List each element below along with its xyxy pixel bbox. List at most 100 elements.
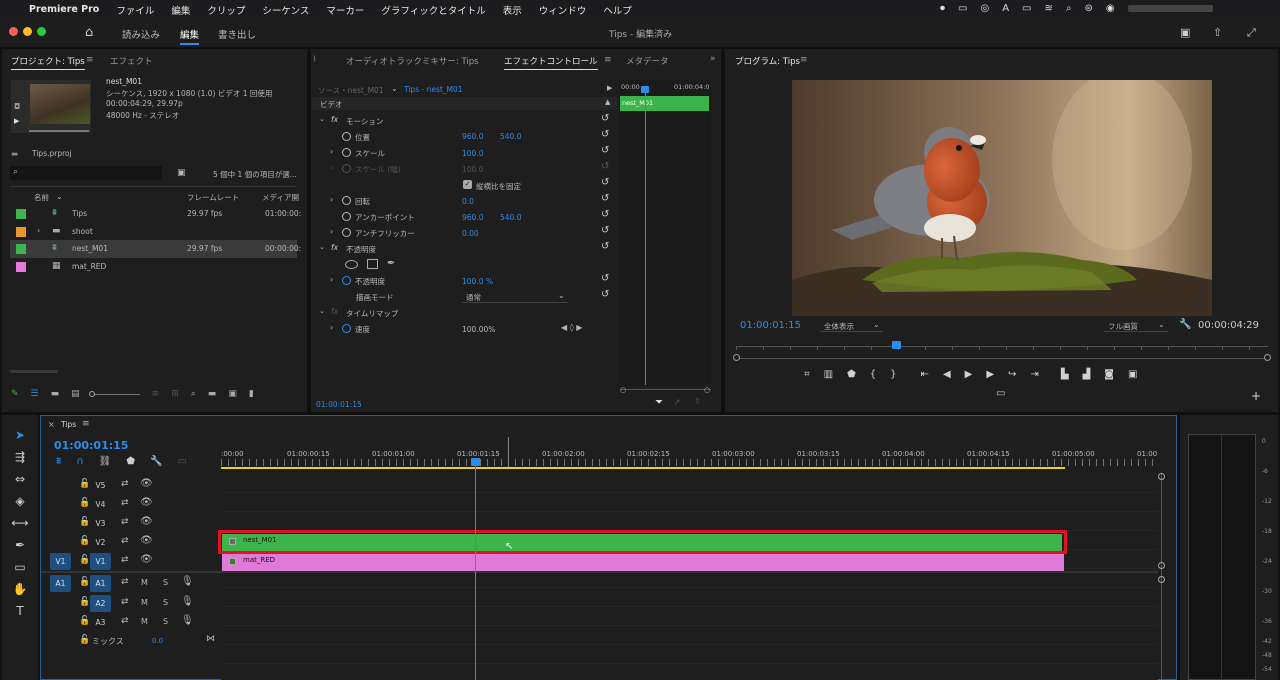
sync-lock-icon[interactable]: ⇄ [121,577,129,587]
lock-icon[interactable]: 🔓 [79,635,90,645]
program-title[interactable]: プログラム: Tips [735,55,800,67]
project-scrollbar[interactable] [10,370,58,373]
close-tab-icon[interactable]: × [48,420,55,429]
zoom-window-button[interactable] [37,27,46,36]
tab-export[interactable]: 書き出し [218,27,256,41]
eye-icon[interactable]: 👁 [140,516,153,527]
reset-scale-icon[interactable]: ↺ [601,145,609,156]
uniform-scale-checkbox[interactable]: ✓ [463,180,472,189]
menu-graphics[interactable]: グラフィックとタイトル [381,3,485,17]
timeline-ruler[interactable] [221,444,1158,470]
sync-lock-icon[interactable]: ⇄ [121,616,129,626]
wrench-icon[interactable]: 🔧 [1179,319,1191,330]
program-playhead[interactable] [891,341,901,349]
selection-tool-icon[interactable]: ➤ [15,428,25,442]
hand-tool-icon[interactable]: ✋ [13,582,28,596]
stopwatch-icon[interactable] [342,228,351,237]
type-tool-icon[interactable]: T [16,604,23,618]
pencil-icon[interactable]: ✎ [11,389,19,399]
play-button[interactable]: ▶ [965,369,973,380]
sync-lock-icon[interactable]: ⇄ [121,536,129,546]
export-frame-icon[interactable]: ◙ [1104,369,1114,380]
eye-icon[interactable]: 👁 [140,535,153,546]
track-target[interactable]: V3 [90,515,111,532]
chevron-down-icon[interactable]: ⌄ [391,84,398,93]
program-timecode[interactable]: 01:00:01:15 [740,320,801,331]
preview-thumbnail[interactable]: ◘ ▶ [11,80,91,133]
lift-icon[interactable]: ▙ [1061,369,1069,380]
col-name[interactable]: 名前 [34,192,49,203]
fx-icon[interactable]: fx [331,115,338,124]
tab-project[interactable]: プロジェクト: Tips [11,55,85,70]
rectangle-tool-icon[interactable]: ▭ [14,560,25,574]
lock-icon[interactable]: 🔓 [79,498,90,508]
reset-opacity-icon[interactable]: ↺ [601,273,609,284]
panel-overflow-icon[interactable]: ) [313,55,316,63]
mark-out-bracket-icon[interactable]: } [890,369,896,380]
source-label[interactable]: ソース・nest_M01 [318,85,384,96]
ec-zoom-right-handle[interactable]: ○ [704,386,710,394]
stopwatch-icon[interactable] [342,196,351,205]
automate-icon[interactable]: ⊞ [171,389,179,399]
position-x[interactable]: 960.0 [462,132,483,141]
project-search-input[interactable]: ⌕ [10,166,162,180]
ripple-edit-icon[interactable]: ⇔ [15,472,25,486]
zoom-left-handle[interactable] [733,354,740,361]
share-icon[interactable]: ⇧ [1213,26,1222,39]
freeform-view-icon[interactable]: ▤ [71,389,80,399]
menu-file[interactable]: ファイル [116,3,154,17]
stopwatch-icon[interactable] [342,212,351,221]
zoom-right-handle[interactable] [1264,354,1271,361]
col-media-start[interactable]: メディア開 [262,192,299,203]
pen-tool-icon[interactable]: ✒ [15,538,25,552]
opacity-value[interactable]: 100.0 % [462,277,493,286]
track-target[interactable]: V2 [90,534,111,551]
sync-lock-icon[interactable]: ⇄ [121,479,129,489]
new-bin-icon[interactable]: ▣ [177,168,186,178]
step-forward-icon[interactable]: ▶ [986,369,994,380]
comparison-icon[interactable]: ▭ [996,388,1005,399]
app-name[interactable]: Premiere Pro [29,4,99,15]
keyframe-nav-icon[interactable]: ◀ ◊ ▶ [561,323,582,332]
ec-timeline[interactable]: 00:00 01:00:04:0 nest_M01 [619,80,711,385]
menu-sequence[interactable]: シーケンス [262,3,309,17]
project-item-nest[interactable]: ⩩ nest_M01 29.97 fps 00:00:00: [10,240,301,258]
new-bin-icon[interactable]: ▬ [208,389,217,399]
stopwatch-icon[interactable] [342,276,351,285]
lock-icon[interactable]: 🔓 [79,597,90,607]
expand-icon[interactable]: ▶ [607,84,612,92]
project-item-mat[interactable]: ▦ mat_RED [10,258,297,276]
add-button-icon[interactable]: + [1251,389,1261,403]
solo-button[interactable]: S [163,598,168,607]
list-view-icon[interactable]: ☰ [31,389,39,399]
sort-chevron-icon[interactable]: ⌄ [56,192,63,201]
play-thumbnail-icon[interactable]: ▶ [14,117,19,125]
panel-menu-icon[interactable]: ≡ [82,419,90,429]
siri-icon[interactable]: ◉ [1106,3,1115,14]
timeline-tab[interactable]: Tips [61,420,76,429]
snap-icon[interactable]: ∩ [76,456,83,467]
rotation-value[interactable]: 0.0 [462,197,474,206]
opacity-disclosure-2[interactable]: › [330,275,333,284]
video-frame[interactable] [792,80,1212,316]
stopwatch-icon[interactable] [342,324,351,333]
new-item-icon[interactable]: ▣ [228,389,237,399]
export-icon[interactable]: ⇧ [694,397,702,407]
reset-anchor-icon[interactable]: ↺ [601,209,609,220]
program-scrubber[interactable] [733,341,1271,366]
go-to-in-icon[interactable]: ⇤ [921,369,929,380]
scroll-handle-bottom[interactable] [1158,576,1165,583]
lock-icon[interactable]: 🔓 [79,616,90,626]
zoom-slider[interactable] [88,391,140,397]
track-target[interactable]: V1 [90,553,111,570]
stopwatch-icon[interactable] [342,148,351,157]
extract-icon[interactable]: ▟ [1083,369,1091,380]
captions-icon[interactable]: ▭ [178,456,187,467]
clip-mat-red[interactable]: mat_RED [222,554,1064,571]
display-icon[interactable]: ▭ [958,3,967,14]
tab-effects[interactable]: エフェクト [110,55,153,67]
cc-icon[interactable]: ◎ [980,3,989,14]
lock-icon[interactable]: 🔓 [79,479,90,489]
slip-icon[interactable]: ⟷ [11,516,28,530]
work-area-bar[interactable] [221,467,1065,469]
